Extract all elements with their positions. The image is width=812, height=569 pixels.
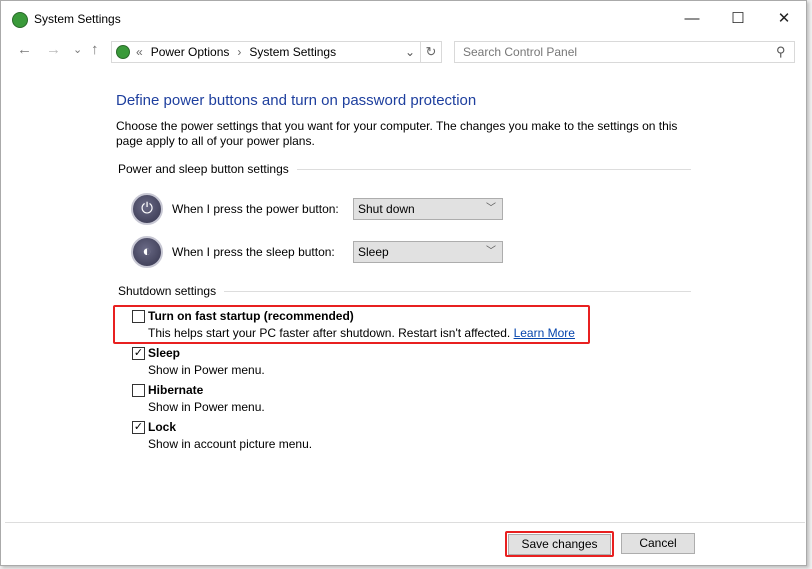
back-arrow-icon[interactable]: ← <box>17 41 32 58</box>
lock-checkbox[interactable]: ✓ <box>132 421 145 434</box>
section-label: Shutdown settings <box>118 284 217 298</box>
power-button-icon: ⏻ <box>131 193 163 225</box>
address-dropdown-icon[interactable]: ⌄ <box>400 45 420 59</box>
page-title: Define power buttons and turn on passwor… <box>116 92 477 109</box>
address-bar[interactable]: « Power Options › System Settings ⌄ ↻ <box>111 41 442 63</box>
up-arrow-icon[interactable]: ↑ <box>91 41 99 58</box>
sleep-option-desc: Show in Power menu. <box>148 363 265 377</box>
window: System Settings — ☐ ✕ ← → ⌄ ↑ « Power Op… <box>0 0 807 566</box>
lock-option-desc: Show in account picture menu. <box>148 437 313 451</box>
sleep-button-label: When I press the sleep button: <box>172 245 335 259</box>
sleep-button-select[interactable]: Sleep ﹀ <box>353 241 503 263</box>
fast-startup-checkbox[interactable] <box>132 310 145 323</box>
close-button[interactable]: ✕ <box>769 6 799 32</box>
hibernate-option-desc: Show in Power menu. <box>148 400 265 414</box>
refresh-icon[interactable]: ↻ <box>420 42 441 62</box>
cancel-button[interactable]: Cancel <box>621 533 695 554</box>
learn-more-link[interactable]: Learn More <box>514 326 575 340</box>
sleep-checkbox[interactable]: ✓ <box>132 347 145 360</box>
hibernate-option-label[interactable]: Hibernate <box>148 383 203 397</box>
breadcrumb-system-settings[interactable]: System Settings <box>249 45 336 59</box>
fast-startup-desc: This helps start your PC faster after sh… <box>148 326 575 340</box>
section-label: Power and sleep button settings <box>118 162 289 176</box>
option-desc: This helps start your PC faster after sh… <box>148 326 511 340</box>
select-value: Shut down <box>358 202 415 216</box>
hibernate-checkbox[interactable] <box>132 384 145 397</box>
window-title: System Settings <box>34 12 121 26</box>
forward-arrow-icon[interactable]: → <box>46 41 61 58</box>
recent-locations-chevron-icon[interactable]: ⌄ <box>73 43 82 56</box>
power-section-header: Power and sleep button settings <box>118 162 691 176</box>
minimize-button[interactable]: — <box>677 6 707 32</box>
fast-startup-label[interactable]: Turn on fast startup (recommended) <box>148 309 354 323</box>
power-button-select[interactable]: Shut down ﹀ <box>353 198 503 220</box>
chevron-down-icon: ﹀ <box>486 246 496 257</box>
search-icon[interactable]: ⚲ <box>776 44 786 60</box>
breadcrumb-power-options[interactable]: Power Options <box>151 45 230 59</box>
lock-option-label[interactable]: Lock <box>148 420 176 434</box>
power-button-label: When I press the power button: <box>172 202 339 216</box>
shutdown-section-header: Shutdown settings <box>118 284 691 298</box>
search-input[interactable]: Search Control Panel <box>454 41 795 63</box>
chevron-down-icon: ﹀ <box>486 203 496 214</box>
select-value: Sleep <box>358 245 389 259</box>
breadcrumb-chevron-icon: › <box>237 45 242 59</box>
power-options-icon <box>12 12 28 28</box>
footer-divider <box>5 522 805 523</box>
sleep-option-label[interactable]: Sleep <box>148 346 180 360</box>
page-description: Choose the power settings that you want … <box>116 119 678 148</box>
sleep-button-icon: ◐ <box>131 236 163 268</box>
breadcrumb-overflow[interactable]: « <box>136 45 143 59</box>
save-changes-button[interactable]: Save changes <box>508 534 611 555</box>
maximize-button[interactable]: ☐ <box>723 6 753 32</box>
power-options-icon <box>116 45 130 59</box>
